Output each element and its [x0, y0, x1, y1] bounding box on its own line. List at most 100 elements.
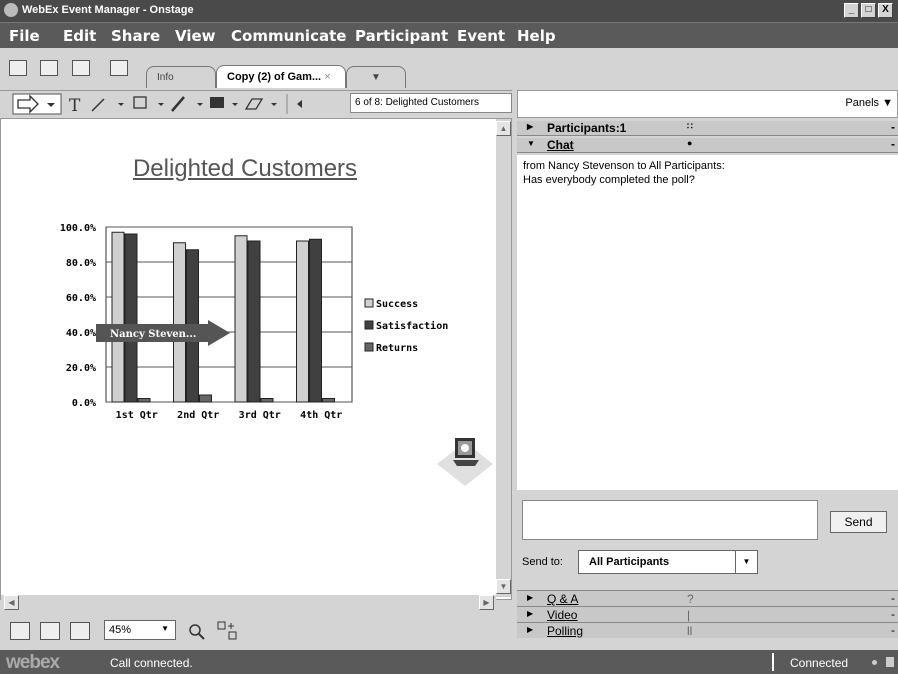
chevron-down-icon: [197, 103, 203, 106]
single-view-icon[interactable]: [10, 622, 30, 640]
x-tick-label: 2nd Qtr: [177, 410, 219, 421]
collapse-icon: ▼: [527, 139, 535, 148]
send-to-value: All Participants: [589, 556, 670, 568]
chat-input[interactable]: [522, 500, 818, 540]
video-panel-header[interactable]: ▶ Video | -: [517, 606, 898, 622]
zoom-select[interactable]: 45% ▼: [104, 620, 176, 640]
annotation-tools: T: [12, 93, 302, 116]
status-divider: [772, 653, 774, 671]
bar-returns: [137, 398, 151, 403]
menu-event[interactable]: Event: [457, 27, 505, 45]
y-tick-label: 20.0%: [66, 363, 96, 374]
send-button[interactable]: Send: [830, 511, 887, 533]
webex-logo: webex: [6, 652, 60, 673]
minimize-button[interactable]: _: [844, 3, 859, 18]
menu-help[interactable]: Help: [517, 27, 556, 45]
bar-satisfaction: [247, 240, 261, 403]
chevron-down-icon[interactable]: ▼: [735, 551, 757, 573]
pen-tool-icon[interactable]: [171, 96, 185, 112]
scroll-up-icon[interactable]: ▲: [496, 121, 511, 136]
y-tick-label: 0.0%: [72, 398, 96, 409]
edit-icon[interactable]: [110, 60, 128, 76]
close-button[interactable]: X: [878, 3, 893, 18]
chevron-down-icon: [158, 103, 164, 106]
line-tool-icon[interactable]: [91, 98, 105, 112]
chat-bubble-icon: ●: [687, 138, 693, 148]
chevron-down-icon: [118, 103, 124, 106]
status-message: Call connected.: [110, 656, 193, 670]
new-document-icon[interactable]: [9, 60, 27, 76]
horizontal-scrollbar[interactable]: ◀ ▶: [1, 595, 496, 611]
tab-dropdown[interactable]: ▼: [346, 66, 406, 88]
menu-bar: File Edit Share View Communicate Partici…: [0, 22, 898, 48]
text-tool-icon[interactable]: T: [69, 96, 81, 116]
menu-view[interactable]: View: [175, 27, 216, 45]
full-screen-icon[interactable]: [70, 622, 90, 640]
slide-title: Delighted Customers: [132, 155, 358, 182]
bar-chart: 100.0% 80.0% 60.0% 40.0% 20.0% 0.0% 1st Qtr 2nd…: [60, 223, 448, 421]
close-tab-icon[interactable]: ×: [324, 71, 330, 83]
expand-icon: ▶: [527, 122, 534, 131]
x-tick-label: 1st Qtr: [116, 410, 158, 421]
expand-icon: ▶: [527, 593, 534, 602]
video-icon: |: [687, 608, 691, 622]
connection-status: Connected: [790, 656, 849, 670]
legend-label: Returns: [376, 343, 418, 354]
window-title: WebEx Event Manager - Onstage: [22, 4, 194, 16]
collapse-panel-icon[interactable]: -: [891, 607, 895, 621]
expand-icon: ▶: [527, 609, 534, 618]
x-tick-label: 3rd Qtr: [239, 410, 281, 421]
collapse-panel-icon[interactable]: -: [891, 591, 895, 605]
scroll-left-icon[interactable]: ◀: [4, 595, 19, 610]
app-logo-icon: [4, 3, 18, 17]
tab-info[interactable]: Info: [146, 66, 216, 88]
y-tick-label: 100.0%: [60, 223, 96, 234]
bar-satisfaction: [309, 238, 322, 403]
menu-file[interactable]: File: [9, 27, 40, 45]
legend-swatch: [364, 320, 374, 330]
connection-dot-icon: [872, 660, 877, 665]
polling-panel-header[interactable]: ▶ Polling ll -: [517, 622, 898, 638]
presenter-icon[interactable]: [435, 432, 495, 487]
legend-swatch: [364, 342, 374, 352]
menu-edit[interactable]: Edit: [63, 27, 96, 45]
color-picker-icon[interactable]: [210, 97, 224, 108]
bar-satisfaction: [124, 233, 138, 403]
collapse-panel-icon[interactable]: -: [891, 623, 895, 637]
chat-panel-header[interactable]: ▼ Chat ● -: [517, 137, 898, 153]
bar-success: [296, 240, 309, 403]
chat-transcript: from Nancy Stevenson to All Participants…: [517, 155, 898, 490]
expand-icon: ▶: [527, 625, 534, 634]
legend-swatch: [364, 298, 374, 308]
send-to-select[interactable]: All Participants ▼: [578, 550, 758, 574]
tab-slide-deck[interactable]: Copy (2) of Gam... ×: [216, 65, 346, 88]
maximize-button[interactable]: □: [861, 3, 876, 18]
slide-selector[interactable]: 6 of 8: Delighted Customers: [350, 93, 512, 113]
menu-participant[interactable]: Participant: [355, 27, 448, 45]
rectangle-tool-icon[interactable]: [133, 96, 147, 109]
chevron-down-icon: [232, 103, 238, 106]
zoom-value: 45%: [109, 624, 132, 636]
qa-panel-header[interactable]: ▶ Q & A ? -: [517, 590, 898, 606]
bar-returns: [199, 394, 212, 403]
menu-share[interactable]: Share: [111, 27, 160, 45]
zoom-in-icon[interactable]: [187, 622, 207, 640]
scroll-down-icon[interactable]: ▼: [496, 579, 511, 594]
collapse-panel-icon[interactable]: -: [891, 120, 895, 134]
y-tick-label: 60.0%: [66, 293, 96, 304]
fit-to-page-icon[interactable]: [216, 620, 240, 642]
eraser-tool-icon[interactable]: [244, 98, 264, 110]
collapse-panel-icon[interactable]: -: [891, 137, 895, 151]
screen-share-icon[interactable]: [72, 60, 90, 76]
split-view-icon[interactable]: [40, 622, 60, 640]
view-toolbar: [0, 612, 512, 646]
legend-label: Satisfaction: [376, 320, 448, 332]
tile-windows-icon[interactable]: [40, 60, 58, 76]
scroll-right-icon[interactable]: ▶: [479, 595, 494, 610]
participants-panel-header[interactable]: ▶ Participants:1 ∷ -: [517, 120, 898, 136]
bar-returns: [322, 398, 335, 403]
previous-slide-icon[interactable]: [297, 100, 302, 108]
panels-button[interactable]: Panels ▼: [845, 97, 893, 109]
vertical-scrollbar[interactable]: ▲ ▼: [496, 119, 511, 597]
menu-communicate[interactable]: Communicate: [231, 27, 346, 45]
